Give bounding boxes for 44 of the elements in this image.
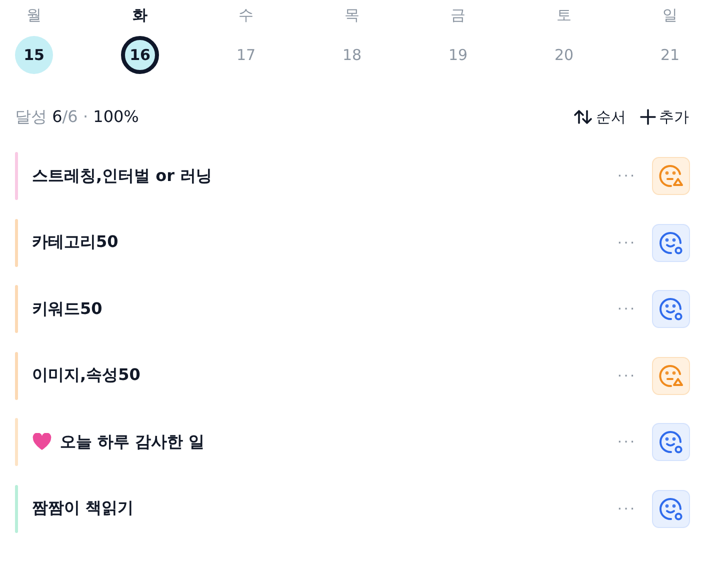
smiley-icon [658, 496, 684, 522]
weekday-label: 수 [238, 5, 254, 26]
status-button[interactable] [652, 224, 690, 262]
more-button[interactable]: ··· [617, 433, 636, 451]
date-circle[interactable]: 20 [545, 36, 583, 74]
add-button[interactable]: 추가 [640, 108, 689, 126]
more-button[interactable]: ··· [617, 500, 636, 518]
habit-title[interactable]: 오늘 하루 감사한 일 [60, 432, 205, 452]
weekday-label: 목 [344, 5, 360, 26]
more-button[interactable]: ··· [617, 366, 636, 384]
date-circle[interactable]: 17 [227, 36, 265, 74]
habit-title[interactable]: 짬짬이 책읽기 [32, 498, 134, 519]
weekday-label: 토 [556, 5, 572, 26]
status-button[interactable] [652, 423, 690, 461]
smiley-icon [658, 230, 684, 256]
status-button[interactable] [652, 290, 690, 328]
weekday-label: 일 [662, 5, 678, 26]
smiley-icon [658, 296, 684, 322]
more-button[interactable]: ··· [617, 234, 636, 252]
more-button[interactable]: ··· [617, 167, 636, 185]
face-warning-icon [658, 362, 684, 388]
date-circle[interactable]: 16 [121, 36, 159, 74]
more-button[interactable]: ··· [617, 300, 636, 318]
date-circle[interactable]: 18 [333, 36, 371, 74]
face-warning-icon [658, 163, 684, 189]
smiley-icon [658, 429, 684, 455]
habit-title[interactable]: 키워드50 [32, 298, 102, 320]
date-circle[interactable]: 19 [439, 36, 477, 74]
weekday-label: 금 [450, 5, 466, 26]
achievement-summary: 달성 6/6 · 100% [15, 106, 139, 128]
habit-title[interactable]: 카테고리50 [32, 232, 118, 253]
weekday-label: 월 [26, 5, 42, 26]
date-circle[interactable]: 21 [651, 36, 689, 74]
heart-icon [32, 433, 52, 451]
sort-button[interactable]: 순서 [573, 108, 626, 126]
habit-title[interactable]: 이미지,속성50 [32, 365, 140, 386]
status-button[interactable] [652, 157, 690, 195]
weekday-label: 화 [132, 5, 148, 26]
status-button[interactable] [652, 490, 690, 528]
plus-icon [640, 109, 656, 125]
status-button[interactable] [652, 356, 690, 394]
date-circle[interactable]: 15 [15, 36, 53, 74]
sort-icon [573, 109, 593, 125]
habit-title[interactable]: 스트레칭,인터벌 or 러닝 [32, 166, 212, 186]
